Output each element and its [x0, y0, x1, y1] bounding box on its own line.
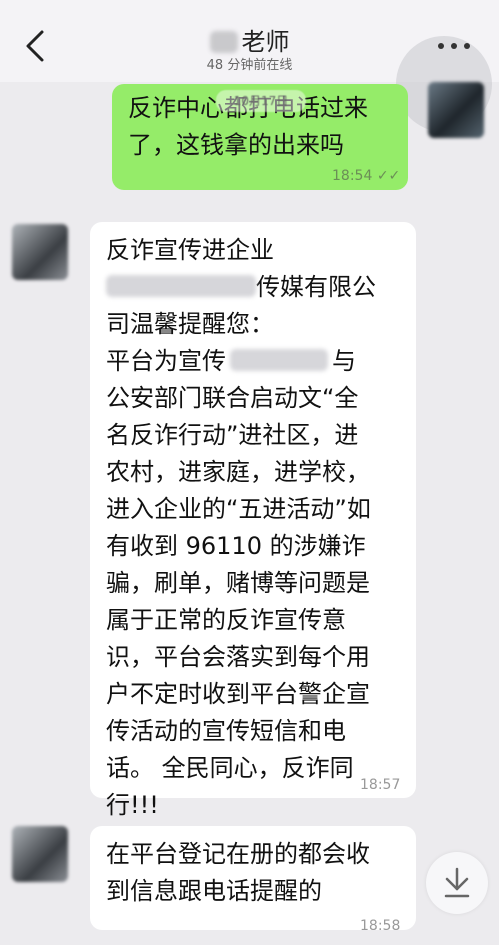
- message-text: 在平台登记在册的都会收 到信息跟电话提醒的: [106, 840, 370, 905]
- my-avatar[interactable]: [428, 82, 484, 138]
- message-line: 传媒有限公: [106, 269, 416, 306]
- message-line: 平台为宣传与: [106, 347, 356, 375]
- message-time: 18:54 ✓✓: [332, 168, 401, 184]
- redacted-company: [106, 275, 256, 297]
- message-text: 公安部门联合启动文“全 名反诈行动”进社区，进 农村，进家庭，进学校， 进入企业…: [106, 384, 371, 819]
- message-line: 反诈宣传进企业: [106, 236, 274, 264]
- message-bubble-incoming[interactable]: 在平台登记在册的都会收 到信息跟电话提醒的 18:58: [90, 826, 416, 934]
- message-time: 18:58: [360, 918, 401, 934]
- scroll-down-icon: [444, 867, 470, 898]
- message-bubble-incoming[interactable]: 反诈宣传进企业 传媒有限公 司温馨提醒您： 平台为宣传与 公安部门联合启动文“全…: [90, 222, 416, 819]
- redacted-name: [209, 31, 238, 53]
- read-receipt-icon: ✓✓: [376, 168, 401, 184]
- scroll-down-button[interactable]: [426, 852, 488, 914]
- message-line: 司温馨提醒您：: [106, 310, 274, 338]
- redacted-platform: [230, 349, 328, 371]
- message-time: 18:57: [360, 777, 401, 793]
- date-divider: 10月17日: [216, 90, 306, 112]
- contact-avatar[interactable]: [12, 224, 68, 280]
- contact-avatar[interactable]: [12, 826, 68, 882]
